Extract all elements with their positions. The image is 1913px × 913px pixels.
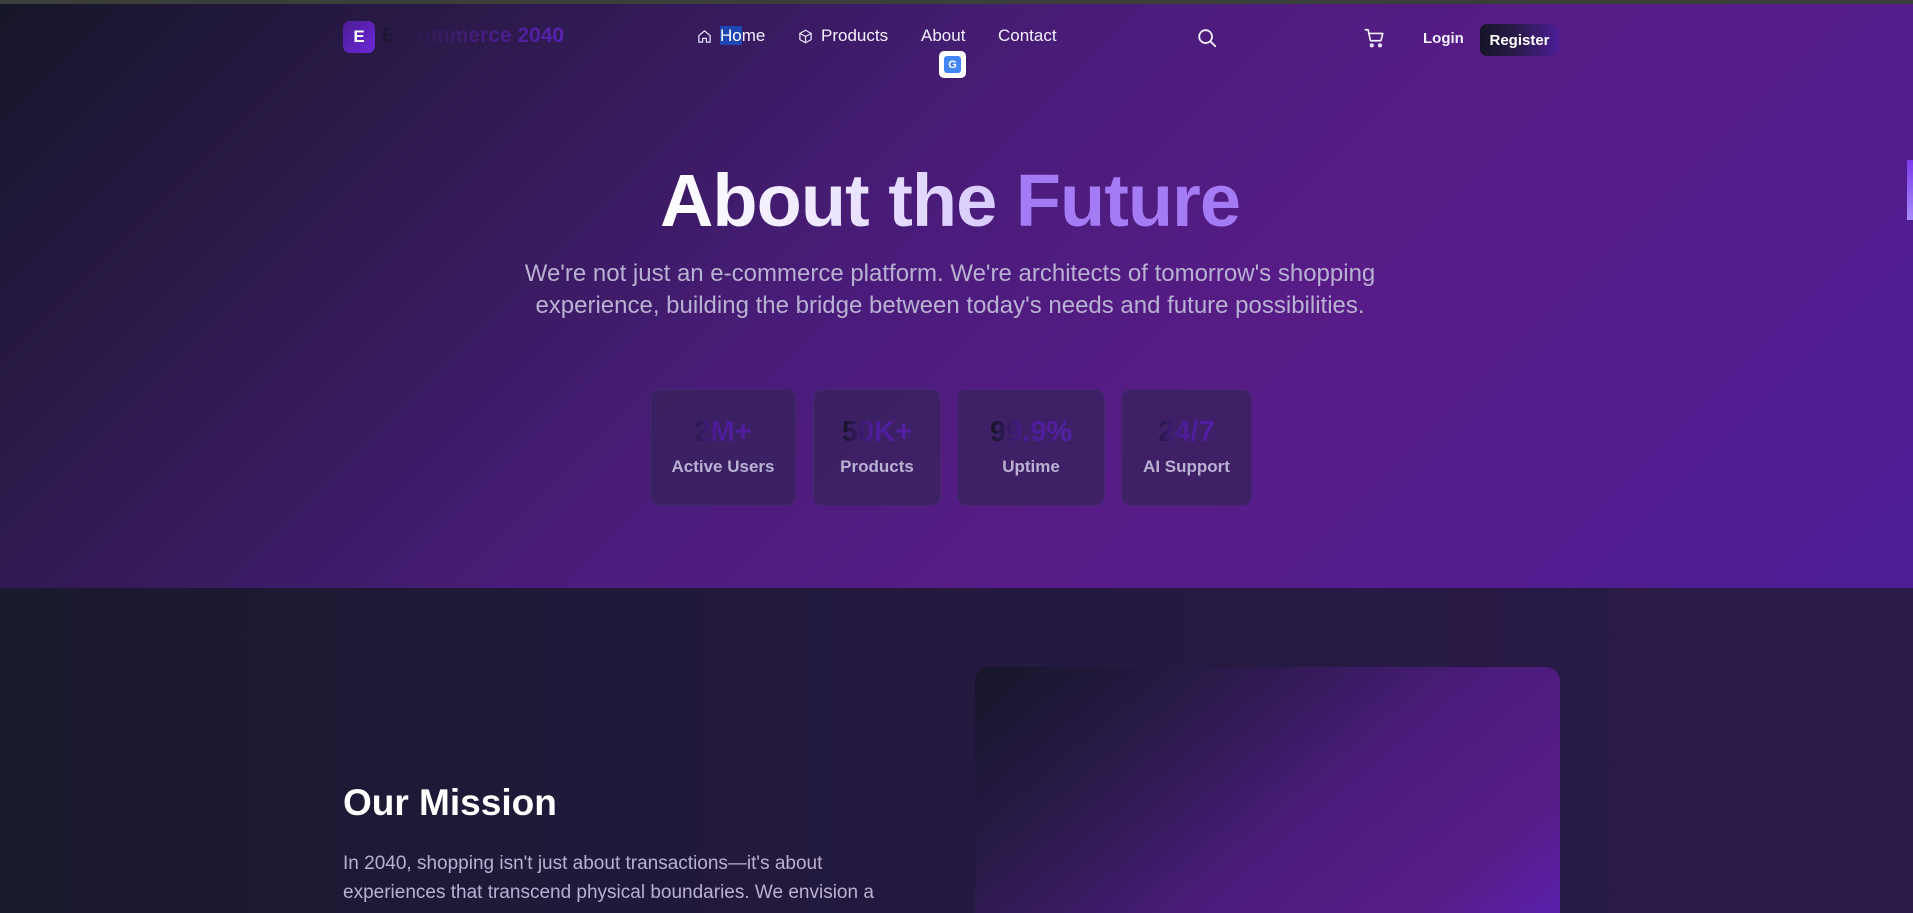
stat-label: Uptime — [1002, 457, 1060, 476]
hero-subtitle: We're not just an e-commerce platform. W… — [524, 260, 1376, 319]
search-button[interactable] — [1196, 27, 1218, 54]
nav-about-link[interactable]: About — [921, 26, 965, 46]
mission-visual-card — [975, 667, 1560, 913]
box-icon — [799, 29, 812, 43]
title-part-1: About the — [659, 159, 1016, 242]
stat-card: 2M+ Active Users — [650, 389, 796, 506]
nav-about-label: About — [921, 26, 966, 45]
nav-contact-label: Contact — [998, 26, 1057, 45]
cart-button[interactable] — [1363, 27, 1386, 54]
stat-value: 50K+ — [814, 416, 940, 449]
nav-products-label: Products — [821, 26, 889, 45]
stat-label: Products — [840, 457, 914, 476]
selected-text: Ho — [720, 26, 742, 45]
brand-name[interactable]: E-Commerce 2040 — [382, 24, 564, 48]
title-part-2: Future — [1015, 159, 1241, 242]
stat-value: 99.9% — [958, 416, 1104, 449]
google-translate-icon[interactable]: G — [939, 51, 966, 78]
top-navigation: E E-Commerce 2040 Home Products About G … — [0, 4, 1913, 78]
stat-card: 24/7 AI Support — [1121, 389, 1252, 506]
nav-products-link[interactable]: Products — [798, 26, 888, 46]
home-icon — [698, 29, 711, 43]
cart-icon — [1364, 28, 1384, 48]
mission-section: Our Mission In 2040, shopping isn't just… — [0, 588, 1913, 913]
login-link[interactable]: Login — [1423, 30, 1464, 47]
mission-text: In 2040, shopping isn't just about trans… — [343, 853, 874, 903]
stat-card: 99.9% Uptime — [957, 389, 1105, 506]
nav-contact-link[interactable]: Contact — [998, 26, 1057, 46]
stat-value: 24/7 — [1122, 416, 1251, 449]
stat-value: 2M+ — [651, 416, 795, 449]
nav-home-link[interactable]: Home — [697, 26, 765, 46]
stat-label: Active Users — [671, 457, 775, 476]
search-icon — [1198, 29, 1217, 48]
stat-label: AI Support — [1143, 457, 1230, 476]
logo-icon[interactable]: E — [343, 21, 375, 53]
scrollbar-thumb[interactable] — [1907, 160, 1913, 220]
nav-home-label: Home — [720, 26, 766, 45]
mission-title: Our Mission — [343, 782, 557, 823]
page-title: About the Future — [0, 158, 1900, 243]
register-button[interactable]: Register — [1480, 24, 1559, 56]
stat-card: 50K+ Products — [813, 389, 941, 506]
